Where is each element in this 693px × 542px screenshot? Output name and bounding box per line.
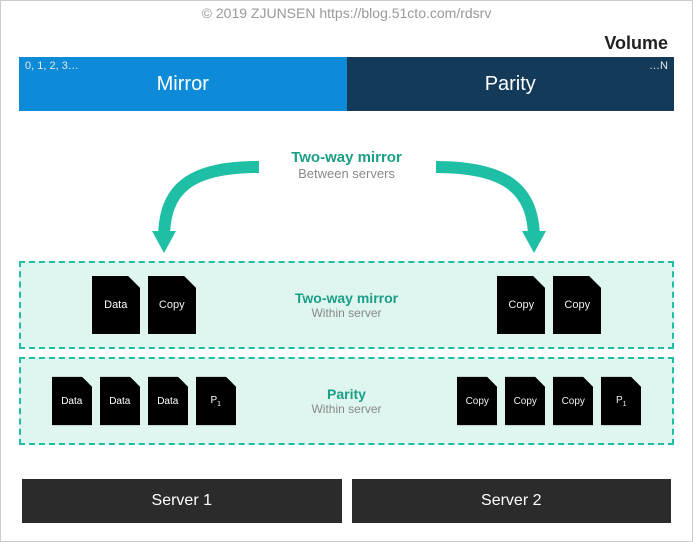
server-bar: Server 1 Server 2: [19, 479, 674, 523]
copy-block-icon: Copy: [553, 376, 593, 426]
volume-index-end: …N: [649, 60, 668, 72]
data-block-icon: Data: [52, 376, 92, 426]
copyright-text: © 2019 ZJUNSEN https://blog.51cto.com/rd…: [1, 5, 692, 21]
zone-mirror-title: Two-way mirror: [267, 290, 427, 306]
volume-parity-label: Parity: [485, 73, 536, 96]
zone-mirror-server2: Copy Copy: [427, 276, 673, 334]
volume-index-start: 0, 1, 2, 3…: [25, 60, 79, 72]
copy-block-icon: Copy: [457, 376, 497, 426]
parity-block-icon: P1: [601, 376, 641, 426]
zone-mirror: Data Copy Two-way mirror Within server C…: [19, 261, 674, 349]
zone-mirror-subtitle: Within server: [267, 306, 427, 320]
zone-parity-server2: Copy Copy Copy P1: [427, 376, 673, 426]
volume-bar: 0, 1, 2, 3… Mirror …N Parity: [19, 57, 674, 111]
volume-parity-region: …N Parity: [347, 57, 675, 111]
flow-arrows-icon: [19, 149, 676, 259]
copy-block-icon: Copy: [148, 276, 196, 334]
volume-heading: Volume: [604, 33, 668, 54]
volume-mirror-region: 0, 1, 2, 3… Mirror: [19, 57, 347, 111]
copy-block-icon: Copy: [553, 276, 601, 334]
zone-parity-caption: Parity Within server: [267, 386, 427, 416]
server-2: Server 2: [349, 479, 675, 523]
zone-parity: Data Data Data P1 Parity Within server C…: [19, 357, 674, 445]
copy-block-icon: Copy: [497, 276, 545, 334]
data-block-icon: Data: [148, 376, 188, 426]
zone-parity-server1: Data Data Data P1: [21, 376, 267, 426]
data-block-icon: Data: [100, 376, 140, 426]
copy-block-icon: Copy: [505, 376, 545, 426]
data-block-icon: Data: [92, 276, 140, 334]
zone-parity-subtitle: Within server: [267, 402, 427, 416]
zone-mirror-server1: Data Copy: [21, 276, 267, 334]
volume-mirror-label: Mirror: [157, 73, 209, 96]
server-1: Server 1: [19, 479, 345, 523]
parity-block-icon: P1: [196, 376, 236, 426]
zone-parity-title: Parity: [267, 386, 427, 402]
zone-mirror-caption: Two-way mirror Within server: [267, 290, 427, 320]
